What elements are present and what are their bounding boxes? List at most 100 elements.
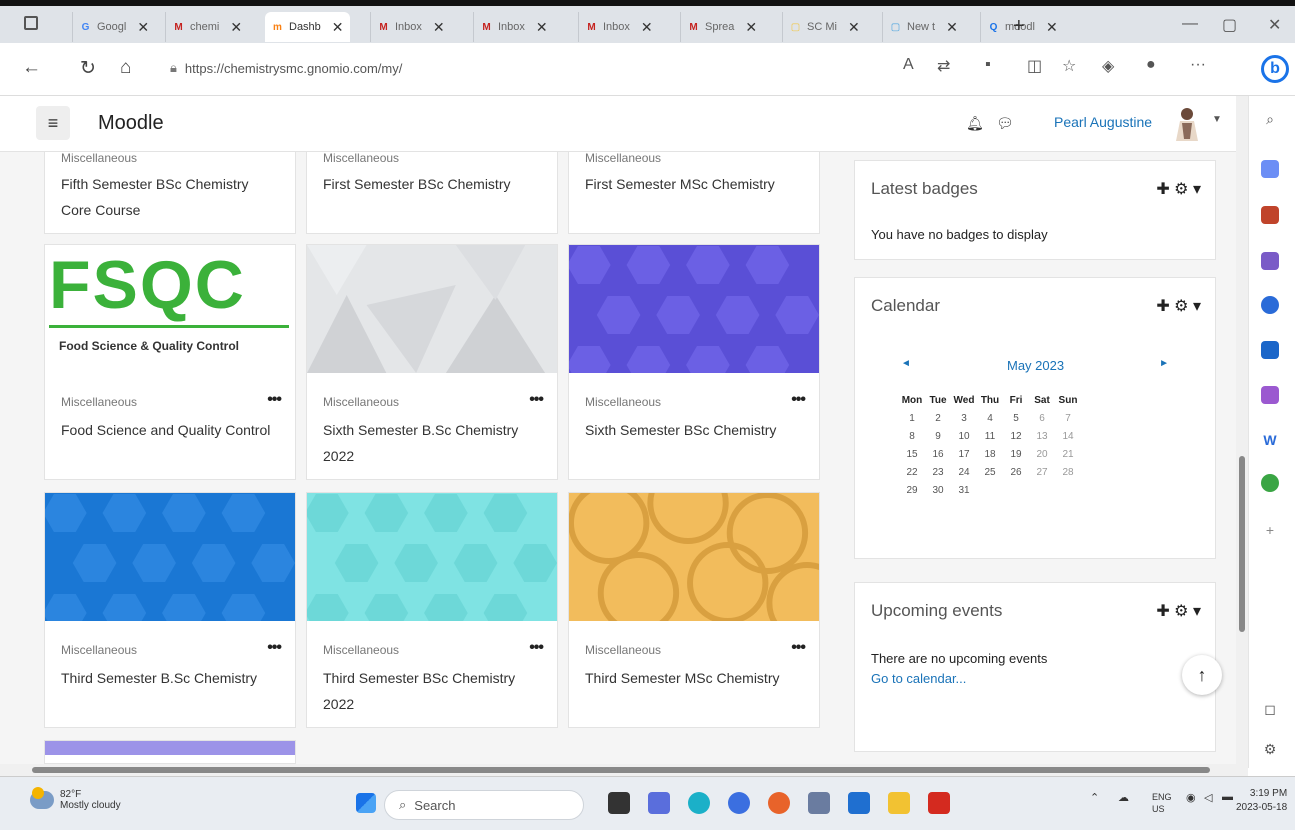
settings-app-icon[interactable] [808, 792, 830, 814]
calendar-day[interactable]: 26 [1003, 467, 1029, 485]
course-card-partial[interactable] [44, 740, 296, 764]
tools-icon[interactable] [1261, 206, 1279, 224]
games-icon[interactable] [1261, 252, 1279, 270]
zoom-icon[interactable] [728, 792, 750, 814]
course-image[interactable] [45, 493, 295, 621]
onedrive-icon[interactable]: ☁ [1118, 791, 1129, 804]
close-tab-icon[interactable]: ✕ [641, 19, 653, 36]
calendar-day[interactable]: 16 [925, 449, 951, 467]
close-window-icon[interactable]: ✕ [1268, 15, 1281, 35]
back-to-top-button[interactable]: ↑ [1182, 655, 1222, 695]
course-menu-icon[interactable]: ••• [529, 639, 544, 657]
edge-browser-icon[interactable] [688, 792, 710, 814]
close-tab-icon[interactable]: ✕ [230, 19, 242, 36]
calendar-day[interactable]: 20 [1029, 449, 1055, 467]
minimize-icon[interactable]: — [1182, 15, 1198, 33]
url-field[interactable]: 🔒︎ https://chemistrysmc.gnomio.com/my/ [170, 53, 880, 83]
taskbar-search-input[interactable]: ⌕ Search [384, 790, 584, 820]
course-card[interactable]: ••• Miscellaneous Third Semester B.Sc Chem… [44, 492, 296, 728]
collections-icon[interactable]: ◫ [1027, 56, 1042, 76]
more-menu-icon[interactable]: ··· [1190, 56, 1206, 74]
notification-bell-icon[interactable]: 🔔︎ [966, 115, 984, 132]
course-card[interactable]: ••• Miscellaneous Sixth Semester BSc Chemi… [568, 244, 820, 480]
calendar-day[interactable]: 3 [951, 413, 977, 431]
course-name-link[interactable]: First Semester BSc Chemistry [323, 171, 533, 197]
read-aloud-icon[interactable]: A [903, 56, 914, 74]
new-tab-button[interactable]: + [1013, 15, 1025, 38]
settings-gear-icon[interactable]: ⚙ [1261, 740, 1279, 758]
calendar-day[interactable]: 7 [1055, 413, 1081, 431]
drop-icon[interactable] [1261, 474, 1279, 492]
calendar-month[interactable]: May 2023 [1007, 358, 1064, 373]
extension-icon[interactable]: ▪ [985, 56, 991, 74]
course-name-link[interactable]: Sixth Semester B.Sc Chemistry 2022 [323, 417, 533, 469]
calendar-day[interactable]: 13 [1029, 431, 1055, 449]
calendar-day[interactable]: 22 [899, 467, 925, 485]
weather-widget[interactable]: 82°F Mostly cloudy [30, 787, 121, 811]
course-menu-icon[interactable]: ••• [267, 391, 282, 409]
chat-icon[interactable] [648, 792, 670, 814]
calendar-day[interactable]: 18 [977, 449, 1003, 467]
calendar-day[interactable]: 17 [951, 449, 977, 467]
calendar-day[interactable] [977, 485, 1003, 503]
browser-tab[interactable]: M Inbox ✕ [370, 12, 451, 42]
course-image[interactable] [307, 493, 557, 621]
browser-tab[interactable]: G Googl ✕ [72, 12, 155, 42]
calendar-day[interactable]: 28 [1055, 467, 1081, 485]
close-tab-icon[interactable]: ✕ [137, 19, 149, 36]
outlook-icon[interactable] [1261, 341, 1279, 359]
calendar-next-icon[interactable]: ► [1159, 358, 1169, 369]
calendar-day[interactable]: 14 [1055, 431, 1081, 449]
course-card[interactable]: ••• Miscellaneous Third Semester MSc Chemi… [568, 492, 820, 728]
calendar-day[interactable]: 15 [899, 449, 925, 467]
firefox-icon[interactable] [768, 792, 790, 814]
designer-icon[interactable] [1261, 386, 1279, 404]
volume-icon[interactable]: ◁ [1204, 791, 1212, 804]
course-name-link[interactable]: First Semester MSc Chemistry [585, 171, 795, 197]
block-controls-icon[interactable]: ✚ ⚙ ▾ [1156, 601, 1201, 621]
calendar-day[interactable]: 27 [1029, 467, 1055, 485]
course-image[interactable]: FSQC Food Science & Quality Control [45, 245, 295, 373]
calendar-day[interactable]: 25 [977, 467, 1003, 485]
vertical-scrollbar[interactable] [1236, 96, 1248, 768]
close-tab-icon[interactable]: ✕ [946, 19, 958, 36]
favorites-icon[interactable]: ☆ [1062, 56, 1076, 76]
add-sidebar-icon[interactable]: + [1261, 521, 1279, 539]
search-icon[interactable]: ⌕ [1261, 110, 1279, 128]
close-tab-icon[interactable]: ✕ [1046, 19, 1058, 36]
office-icon[interactable] [1261, 296, 1279, 314]
user-menu-chevron-icon[interactable]: ▼ [1212, 114, 1222, 125]
browser-tab[interactable]: M Inbox ✕ [578, 12, 659, 42]
close-tab-icon[interactable]: ✕ [332, 19, 344, 36]
course-name-link[interactable]: Third Semester MSc Chemistry [585, 665, 795, 691]
course-card[interactable]: Miscellaneous Fifth Semester BSc Chemistr… [44, 152, 296, 234]
block-controls-icon[interactable]: ✚ ⚙ ▾ [1156, 296, 1201, 316]
browser-tab[interactable]: ▢ SC Mi ✕ [782, 12, 866, 42]
calendar-day[interactable]: 31 [951, 485, 977, 503]
course-card[interactable]: FSQC Food Science & Quality Control ••• Mis… [44, 244, 296, 480]
bing-chat-icon[interactable]: b [1261, 55, 1289, 83]
browser-tab[interactable]: M Sprea ✕ [680, 12, 763, 42]
tab-actions-icon[interactable] [24, 16, 38, 30]
calendar-day[interactable]: 24 [951, 467, 977, 485]
course-card[interactable]: Miscellaneous First Semester MSc Chemistr… [568, 152, 820, 234]
language-indicator[interactable]: ENG US [1152, 791, 1172, 815]
close-tab-icon[interactable]: ✕ [745, 19, 757, 36]
calendar-day[interactable]: 30 [925, 485, 951, 503]
calendar-day[interactable]: 9 [925, 431, 951, 449]
home-icon[interactable]: ⌂ [120, 57, 131, 79]
user-avatar[interactable] [1170, 105, 1204, 141]
course-name-link[interactable]: Fifth Semester BSc Chemistry Core Course [61, 171, 271, 223]
profile-icon[interactable]: ● [1146, 56, 1156, 74]
calendar-day[interactable]: 21 [1055, 449, 1081, 467]
word-icon[interactable]: W [1261, 431, 1279, 449]
course-image[interactable] [569, 493, 819, 621]
battery-icon[interactable]: ▬ [1222, 791, 1233, 803]
close-tab-icon[interactable]: ✕ [848, 19, 860, 36]
calendar-day[interactable] [1003, 485, 1029, 503]
browser-tab[interactable]: ▢ New t ✕ [882, 12, 964, 42]
course-name-link[interactable]: Third Semester B.Sc Chemistry [61, 665, 271, 691]
translate-icon[interactable]: ⇄ [937, 56, 950, 76]
course-card[interactable]: ••• Miscellaneous Third Semester BSc Chemi… [306, 492, 558, 728]
calendar-day[interactable]: 8 [899, 431, 925, 449]
